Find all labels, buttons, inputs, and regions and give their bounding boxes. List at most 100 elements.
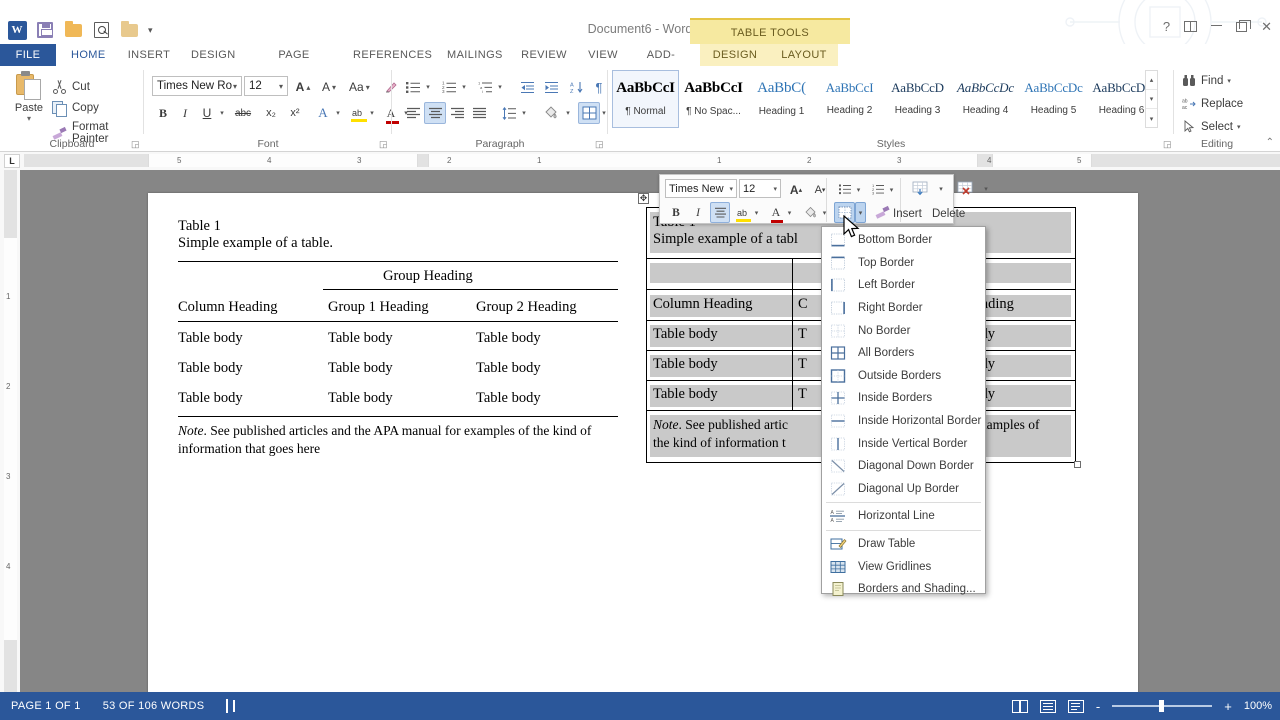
table-left[interactable]: Table 1 Simple example of a table. Group…: [178, 218, 618, 468]
text-highlight-button[interactable]: ab: [346, 102, 368, 124]
page-info[interactable]: PAGE 1 OF 1: [0, 700, 92, 712]
mini-bold-button[interactable]: B: [666, 202, 686, 223]
style-heading-3[interactable]: AaBbCcD Heading 3: [884, 70, 951, 128]
paragraph-dialog-launcher[interactable]: ◲: [595, 140, 604, 149]
menu-item-left-border[interactable]: Left Border: [822, 274, 985, 297]
mini-grow-font-button[interactable]: A▴: [786, 179, 806, 200]
read-mode-button[interactable]: [1012, 700, 1028, 713]
styles-more-icon[interactable]: ▾: [1146, 109, 1157, 128]
italic-button[interactable]: I: [174, 102, 196, 124]
copy-button[interactable]: Copy: [52, 100, 99, 115]
zoom-slider[interactable]: [1112, 700, 1212, 712]
replace-button[interactable]: ab ac Replace: [1182, 97, 1243, 110]
tab-page-layout[interactable]: PAGE LAYOUT: [246, 44, 342, 66]
increase-indent-button[interactable]: [540, 76, 562, 98]
mini-format-painter-button[interactable]: [872, 202, 892, 223]
font-name-caret-icon[interactable]: ▾: [233, 77, 241, 96]
mini-shading-caret[interactable]: ▾: [819, 202, 830, 223]
menu-item-inside-horizontal-border[interactable]: Inside Horizontal Border: [822, 410, 985, 433]
paste-button[interactable]: Paste ▾: [8, 71, 50, 123]
menu-item-right-border[interactable]: Right Border: [822, 297, 985, 320]
borders-dropdown-menu[interactable]: Bottom Border Top Border Left Border Rig…: [821, 226, 986, 594]
zoom-in-button[interactable]: +: [1224, 700, 1232, 713]
paste-caret-icon[interactable]: ▾: [8, 114, 50, 123]
styles-scroll-down-icon[interactable]: ▾: [1146, 90, 1157, 109]
document-page[interactable]: Table 1 Simple example of a table. Group…: [148, 193, 1138, 692]
bullets-button[interactable]: [402, 76, 424, 98]
ribbon-display-options-icon[interactable]: [1184, 21, 1197, 32]
style-heading-4[interactable]: AaBbCcDc Heading 4: [952, 70, 1019, 128]
select-caret-icon[interactable]: ▾: [1237, 123, 1241, 131]
cut-button[interactable]: Cut: [52, 79, 90, 94]
mini-highlight-caret[interactable]: ▾: [751, 202, 762, 223]
change-case-button[interactable]: Aa▾: [348, 76, 371, 98]
font-name-combo[interactable]: Times New Ro ▾: [152, 76, 242, 96]
menu-item-all-borders[interactable]: All Borders: [822, 342, 985, 365]
zoom-out-button[interactable]: -: [1096, 700, 1100, 713]
tab-insert[interactable]: INSERT: [118, 44, 180, 66]
select-button[interactable]: Select ▾: [1182, 120, 1240, 133]
grow-font-button[interactable]: A▴: [292, 76, 314, 98]
mini-highlight-button[interactable]: ab: [732, 202, 752, 223]
minimize-icon[interactable]: [1211, 25, 1222, 27]
font-size-caret-icon[interactable]: ▾: [279, 77, 287, 96]
close-icon[interactable]: ✕: [1261, 20, 1272, 33]
mini-shrink-font-button[interactable]: A▾: [810, 179, 830, 200]
tab-design[interactable]: DESIGN: [182, 44, 244, 66]
menu-item-diagonal-up-border[interactable]: Diagonal Up Border: [822, 478, 985, 501]
mini-font-name-caret-icon[interactable]: ▾: [729, 185, 736, 193]
subscript-button[interactable]: x₂: [260, 102, 282, 124]
document-canvas[interactable]: Table 1 Simple example of a table. Group…: [20, 170, 1280, 692]
proofing-errors-icon[interactable]: [215, 700, 239, 712]
horizontal-ruler[interactable]: L 5 4 3 2 1 1 2 3 4 5: [0, 152, 1280, 170]
decrease-indent-button[interactable]: [516, 76, 538, 98]
insert-caret[interactable]: ▾: [936, 178, 946, 199]
borders-button[interactable]: [578, 102, 600, 124]
mini-font-name-combo[interactable]: Times New ▾: [665, 179, 737, 198]
style-no-spacing[interactable]: AaBbCcI ¶ No Spac...: [680, 70, 747, 128]
tab-references[interactable]: REFERENCES: [344, 44, 436, 66]
bold-button[interactable]: B: [152, 102, 174, 124]
mini-borders-button[interactable]: [834, 202, 855, 223]
tab-file[interactable]: FILE: [0, 44, 56, 66]
numbering-caret[interactable]: ▾: [458, 76, 470, 98]
find-caret-icon[interactable]: ▾: [1227, 77, 1231, 85]
tab-table-tools-design[interactable]: DESIGN: [700, 44, 770, 66]
line-spacing-caret[interactable]: ▾: [518, 102, 530, 124]
mini-numbering-button[interactable]: 123: [868, 179, 888, 200]
styles-scroll-up-icon[interactable]: ▴: [1146, 71, 1157, 90]
insert-cells-button[interactable]: [905, 178, 935, 199]
styles-gallery-scrollbar[interactable]: ▴ ▾ ▾: [1145, 70, 1158, 128]
restore-icon[interactable]: [1236, 22, 1247, 32]
bullets-caret[interactable]: ▾: [422, 76, 434, 98]
justify-button[interactable]: [468, 102, 490, 124]
mini-toolbar[interactable]: Times New ▾ 12 ▾ A▴ A▾ ▾ 123 ▾: [659, 174, 954, 224]
multilevel-list-button[interactable]: 1ai: [474, 76, 496, 98]
mini-font-color-button[interactable]: A: [766, 202, 786, 223]
menu-item-outside-borders[interactable]: Outside Borders: [822, 365, 985, 388]
mini-align-button[interactable]: [710, 202, 730, 223]
menu-item-horizontal-line[interactable]: A A Horizontal Line: [822, 505, 985, 528]
clipboard-dialog-launcher[interactable]: ◲: [131, 140, 140, 149]
shrink-font-button[interactable]: A▾: [318, 76, 340, 98]
styles-dialog-launcher[interactable]: ◲: [1163, 140, 1172, 149]
menu-item-view-gridlines[interactable]: View Gridlines: [822, 555, 985, 578]
zoom-level-label[interactable]: 100%: [1244, 700, 1272, 712]
shading-caret[interactable]: ▾: [562, 102, 574, 124]
mini-bullets-button[interactable]: [835, 179, 855, 200]
style-normal[interactable]: AaBbCcI ¶ Normal: [612, 70, 679, 128]
mini-borders-caret[interactable]: ▾: [855, 202, 866, 223]
strikethrough-button[interactable]: abc: [232, 102, 254, 124]
mini-font-size-combo[interactable]: 12 ▾: [739, 179, 781, 198]
web-layout-button[interactable]: [1068, 700, 1084, 713]
collapse-ribbon-icon[interactable]: ⌃: [1266, 137, 1274, 148]
delete-caret[interactable]: ▾: [981, 178, 991, 199]
menu-item-top-border[interactable]: Top Border: [822, 252, 985, 275]
tab-add-ins[interactable]: ADD-INS: [630, 44, 692, 66]
mini-bullets-caret[interactable]: ▾: [853, 179, 864, 200]
shading-button[interactable]: [540, 102, 562, 124]
menu-item-borders-and-shading[interactable]: Borders and Shading...: [822, 578, 985, 601]
tab-mailings[interactable]: MAILINGS: [438, 44, 510, 66]
underline-caret[interactable]: ▾: [216, 102, 228, 124]
zoom-slider-knob[interactable]: [1159, 700, 1164, 712]
